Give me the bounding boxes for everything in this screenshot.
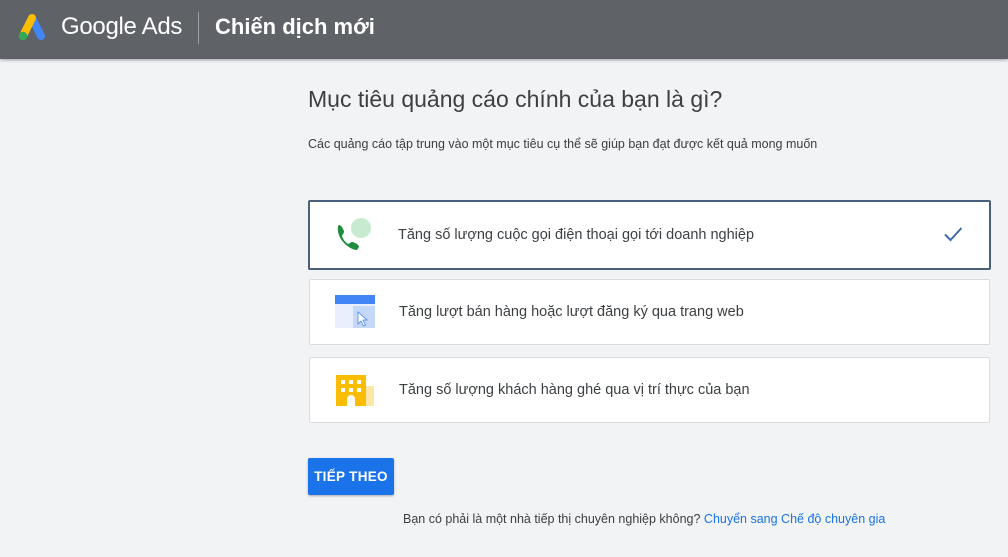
switch-expert-mode-link[interactable]: Chuyển sang Chế độ chuyên gia (704, 512, 885, 526)
next-button[interactable]: TIẾP THEO (308, 458, 394, 495)
top-bar: Google Ads Chiến dịch mới (0, 0, 1008, 59)
goal-option-calls[interactable]: Tăng số lượng cuộc gọi điện thoại gọi tớ… (308, 200, 991, 270)
google-ads-logo-icon[interactable] (16, 13, 48, 43)
header-divider (198, 12, 199, 44)
expert-mode-prompt: Bạn có phải là một nhà tiếp thị chuyên n… (403, 512, 701, 526)
expert-mode-row: Bạn có phải là một nhà tiếp thị chuyên n… (403, 512, 885, 526)
goal-subheading: Các quảng cáo tập trung vào một mục tiêu… (308, 137, 818, 151)
brand-name[interactable]: Google Ads (61, 13, 182, 41)
goal-label: Tăng lượt bán hàng hoặc lượt đăng ký qua… (399, 304, 744, 320)
website-icon (335, 295, 375, 328)
goal-heading: Mục tiêu quảng cáo chính của bạn là gì? (308, 86, 723, 112)
page-title: Chiến dịch mới (215, 14, 375, 39)
goal-option-store-visits[interactable]: Tăng số lượng khách hàng ghé qua vị trí … (309, 357, 990, 423)
goal-label: Tăng số lượng khách hàng ghé qua vị trí … (399, 382, 750, 398)
check-icon (944, 227, 963, 242)
phone-call-icon (337, 218, 371, 250)
storefront-icon (336, 375, 374, 406)
goal-label: Tăng số lượng cuộc gọi điện thoại gọi tớ… (398, 227, 755, 243)
goal-option-website[interactable]: Tăng lượt bán hàng hoặc lượt đăng ký qua… (309, 279, 990, 345)
